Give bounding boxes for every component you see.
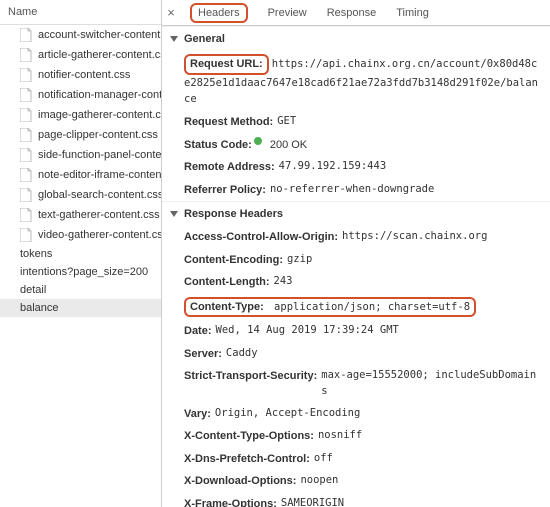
details-panel: × HeadersPreviewResponseTiming General R… <box>162 0 550 507</box>
file-icon <box>20 128 32 142</box>
response-header-row: X-Content-Type-Options:nosniff <box>162 425 550 448</box>
file-icon <box>20 228 32 242</box>
request-list-sidebar: Name account-switcher-content.css article… <box>0 0 162 507</box>
sidebar-item[interactable]: note-editor-iframe-content.css <box>0 165 161 185</box>
file-icon <box>20 48 32 62</box>
file-icon <box>20 208 32 222</box>
sidebar-item[interactable]: global-search-content.css <box>0 185 161 205</box>
sidebar-header-name[interactable]: Name <box>0 0 161 25</box>
sidebar-item-label: page-clipper-content.css <box>38 129 158 141</box>
response-header-row: Server:Caddy <box>162 343 550 366</box>
file-icon <box>20 28 32 42</box>
response-header-row: Content-Encoding:gzip <box>162 249 550 272</box>
sidebar-item-label: global-search-content.css <box>38 189 161 201</box>
status-dot-icon <box>254 137 262 145</box>
response-header-row: Vary:Origin, Accept-Encoding <box>162 403 550 426</box>
sidebar-item[interactable]: account-switcher-content.css <box>0 25 161 45</box>
sidebar-item-label: intentions?page_size=200 <box>20 266 148 278</box>
sidebar-item-label: video-gatherer-content.css <box>38 229 161 241</box>
tabs-bar: × HeadersPreviewResponseTiming <box>162 0 550 26</box>
sidebar-item[interactable]: intentions?page_size=200 <box>0 263 161 281</box>
tab-headers[interactable]: Headers <box>180 3 258 23</box>
sidebar-item-label: article-gatherer-content.css <box>38 49 161 61</box>
section-title: Response Headers <box>184 208 283 220</box>
sidebar-item[interactable]: notification-manager-content.... <box>0 85 161 105</box>
sidebar-item[interactable]: image-gatherer-content.css <box>0 105 161 125</box>
section-general: General Request URL: https://api.chainx.… <box>162 26 550 201</box>
sidebar-item[interactable]: notifier-content.css <box>0 65 161 85</box>
section-response-headers: Response Headers Access-Control-Allow-Or… <box>162 201 550 507</box>
file-icon <box>20 168 32 182</box>
response-header-row: X-Frame-Options:SAMEORIGIN <box>162 493 550 507</box>
sidebar-item-label: text-gatherer-content.css <box>38 209 160 221</box>
row-remote-address: Remote Address: 47.99.192.159:443 <box>162 156 550 179</box>
response-header-row: X-Dns-Prefetch-Control:off <box>162 448 550 471</box>
response-header-row: Date:Wed, 14 Aug 2019 17:39:24 GMT <box>162 320 550 343</box>
sidebar-item-label: note-editor-iframe-content.css <box>38 169 161 181</box>
response-header-row: Access-Control-Allow-Origin:https://scan… <box>162 226 550 249</box>
section-title: General <box>184 33 225 45</box>
chevron-down-icon <box>170 211 178 217</box>
tab-timing[interactable]: Timing <box>386 3 439 23</box>
section-header-response[interactable]: Response Headers <box>162 202 550 226</box>
sidebar-item-label: notifier-content.css <box>38 69 130 81</box>
row-status-code: Status Code: 200 OK <box>162 134 550 157</box>
sidebar-item[interactable]: side-function-panel-content.css <box>0 145 161 165</box>
sidebar-item[interactable]: page-clipper-content.css <box>0 125 161 145</box>
tab-response[interactable]: Response <box>317 3 387 23</box>
file-icon <box>20 68 32 82</box>
sidebar-item[interactable]: text-gatherer-content.css <box>0 205 161 225</box>
row-request-method: Request Method: GET <box>162 111 550 134</box>
sidebar-item-label: notification-manager-content.... <box>38 89 161 101</box>
response-header-row: Content-Length:243 <box>162 271 550 294</box>
sidebar-item-label: account-switcher-content.css <box>38 29 161 41</box>
request-url-key-highlight: Request URL: <box>184 54 269 75</box>
file-icon <box>20 188 32 202</box>
sidebar-item[interactable]: balance <box>0 299 161 317</box>
row-referrer-policy: Referrer Policy: no-referrer-when-downgr… <box>162 179 550 202</box>
row-request-url: Request URL: https://api.chainx.org.cn/a… <box>162 51 550 111</box>
file-icon <box>20 88 32 102</box>
sidebar-item-label: detail <box>20 284 46 296</box>
sidebar-item-label: tokens <box>20 248 52 260</box>
sidebar-item-label: image-gatherer-content.css <box>38 109 161 121</box>
close-icon[interactable]: × <box>162 5 180 20</box>
content-type-highlight: Content-Type: application/json; charset=… <box>184 297 476 318</box>
response-header-row: Strict-Transport-Security:max-age=155520… <box>162 365 550 403</box>
sidebar-item[interactable]: tokens <box>0 245 161 263</box>
file-icon <box>20 108 32 122</box>
chevron-down-icon <box>170 36 178 42</box>
sidebar-item[interactable]: article-gatherer-content.css <box>0 45 161 65</box>
sidebar-item[interactable]: video-gatherer-content.css <box>0 225 161 245</box>
section-header-general[interactable]: General <box>162 27 550 51</box>
tab-preview[interactable]: Preview <box>258 3 317 23</box>
response-header-row: Content-Type: application/json; charset=… <box>162 294 550 321</box>
sidebar-item-label: balance <box>20 302 59 314</box>
response-header-row: X-Download-Options:noopen <box>162 470 550 493</box>
sidebar-item[interactable]: detail <box>0 281 161 299</box>
sidebar-item-label: side-function-panel-content.css <box>38 149 161 161</box>
file-icon <box>20 148 32 162</box>
